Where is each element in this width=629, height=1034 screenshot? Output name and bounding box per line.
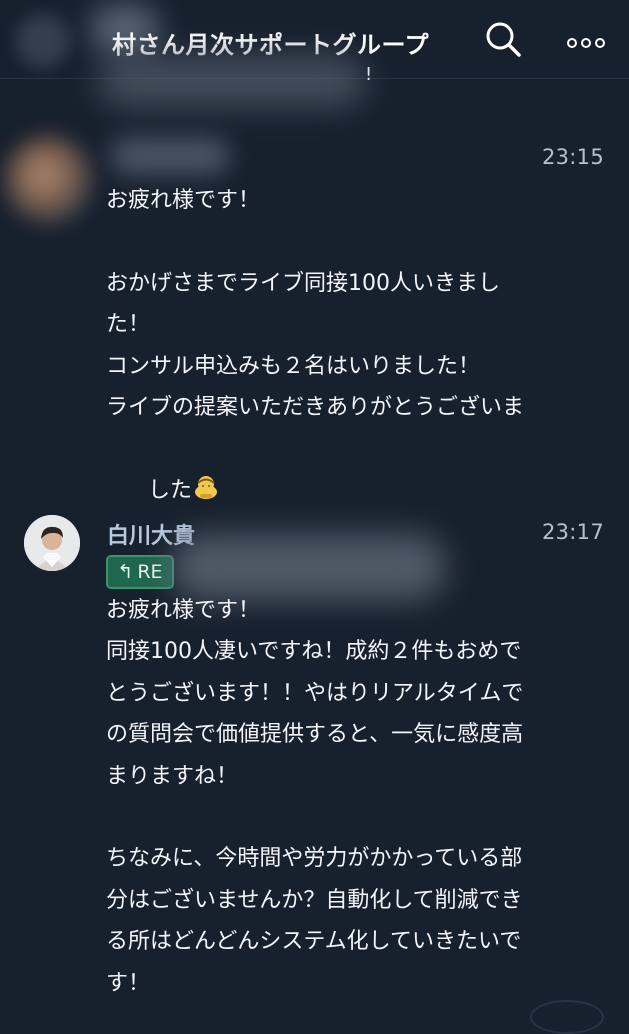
message-line: おかげさまでライブ同接100人いきまし [106, 270, 500, 296]
message-line: 分はございませんか？自動化して削減でき [106, 887, 523, 913]
message-line [106, 797, 606, 838]
header-preview-tail: ! [365, 64, 373, 85]
search-icon[interactable] [484, 20, 522, 58]
message-time: 23:15 [541, 145, 604, 169]
message-time: 23:17 [541, 520, 604, 544]
message-line: ちなみに、今時間や労力がかかっている部 [106, 846, 523, 872]
bow-emoji-icon [192, 473, 220, 501]
reply-badge[interactable]: ↰ RE [106, 555, 174, 589]
message-body[interactable]: お疲れ様です！ おかげさまでライブ同接100人いきまし た！ コンサル申込みも２… [106, 180, 606, 553]
reply-arrow-icon: ↰ [117, 561, 134, 583]
reply-label: RE [137, 561, 163, 583]
message-line: お疲れ様です！ [106, 188, 261, 213]
message-line: 同接100人凄いですね！成約２件もおめで [106, 639, 522, 665]
avatar[interactable] [24, 515, 80, 571]
message-line [106, 221, 606, 262]
scroll-button-edge[interactable] [530, 1000, 604, 1034]
message-line: した [147, 477, 192, 503]
message-line: ライブの提案いただきありがとうございま [106, 395, 525, 421]
sender-name-redaction-blur [110, 138, 230, 174]
avatar[interactable] [5, 136, 93, 224]
message-line: まりますね！ [106, 763, 239, 789]
message-line: お疲れ様です！ [106, 598, 261, 623]
message-line: コンサル申込みも２名はいりました！ [106, 353, 481, 379]
message-line: の質問会で価値提供すると、一気に感度高 [106, 722, 524, 748]
message-line: とうございます！！やはりリアルタイムで [106, 680, 524, 706]
message-line: た！ [106, 312, 151, 338]
header-preview-redaction-blur [98, 55, 366, 107]
message-body[interactable]: お疲れ様です！ 同接100人凄いですね！成約２件もおめで とうございます！！やは… [106, 590, 606, 1004]
back-icon[interactable] [16, 14, 70, 68]
message-line: る所はどんどんシステム化していきたいで [106, 929, 522, 955]
more-icon[interactable] [566, 34, 606, 48]
message-line: す！ [106, 970, 151, 996]
